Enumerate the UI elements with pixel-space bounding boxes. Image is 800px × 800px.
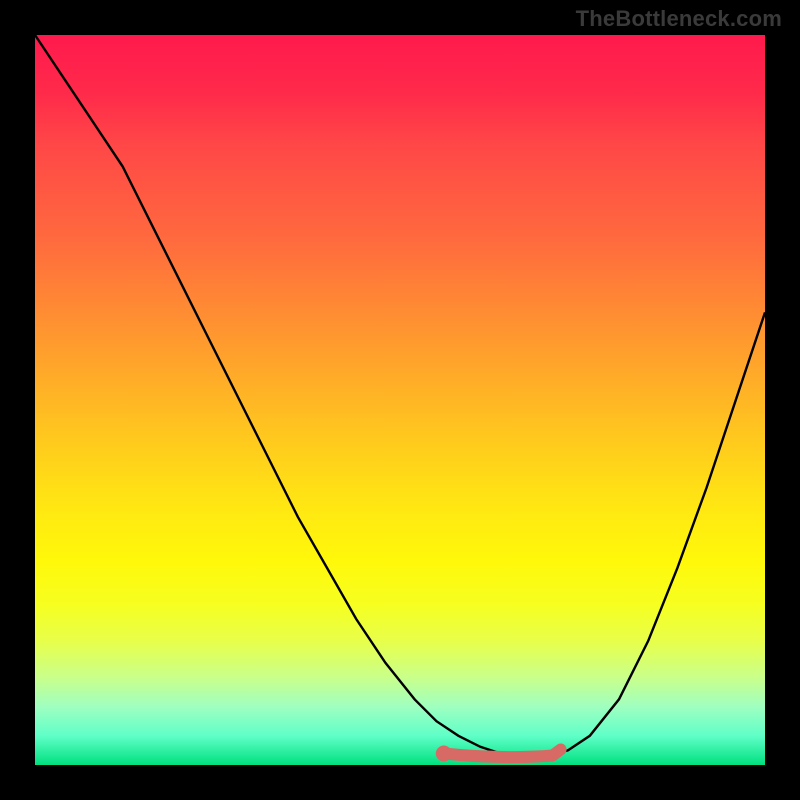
optimal-marker-start-dot (436, 746, 452, 762)
watermark-text: TheBottleneck.com (576, 6, 782, 32)
optimal-marker-path (444, 750, 561, 758)
marker-layer (35, 35, 765, 765)
chart-frame: TheBottleneck.com (0, 0, 800, 800)
plot-area (35, 35, 765, 765)
